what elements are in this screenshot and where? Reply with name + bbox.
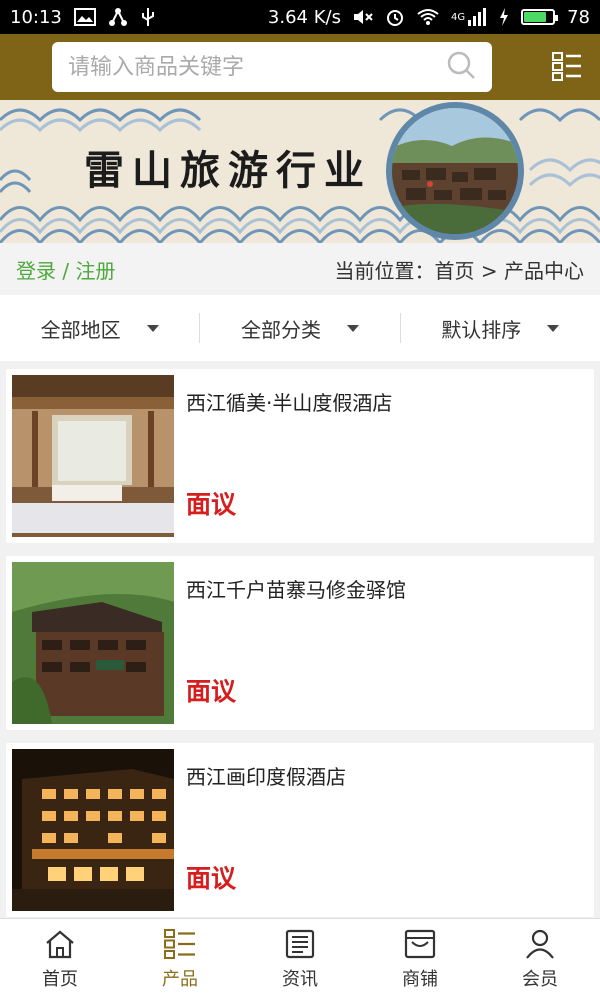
filter-region[interactable]: 全部地区 bbox=[0, 313, 201, 343]
user-icon bbox=[526, 929, 554, 959]
filter-sort-label: 默认排序 bbox=[441, 317, 522, 342]
header bbox=[0, 34, 600, 100]
signal-icon: 4G bbox=[451, 8, 487, 26]
filter-region-label: 全部地区 bbox=[40, 317, 121, 342]
filter-category-label: 全部分类 bbox=[240, 317, 321, 342]
nav-store-label: 商铺 bbox=[402, 968, 438, 990]
category-menu-button[interactable] bbox=[552, 52, 582, 82]
battery-icon bbox=[521, 9, 559, 25]
filter-category[interactable]: 全部分类 bbox=[200, 313, 401, 343]
search-icon[interactable] bbox=[446, 50, 476, 84]
breadcrumb-bar: 登录 / 注册 当前位置：首页 > 产品中心 bbox=[0, 243, 600, 295]
product-name[interactable]: 西江循美·半山度假酒店 bbox=[186, 387, 392, 416]
menu-icon bbox=[552, 52, 581, 81]
product-price: 面议 bbox=[186, 864, 237, 893]
nav-products-label: 产品 bbox=[162, 968, 198, 990]
product-price: 面议 bbox=[186, 677, 237, 706]
status-time: 10:13 bbox=[10, 6, 62, 28]
product-image[interactable] bbox=[12, 749, 174, 911]
auth-separator: / bbox=[56, 258, 76, 283]
product-name[interactable]: 西江千户苗寨马修金驿馆 bbox=[186, 574, 406, 603]
bottom-nav: 首页 产品 资讯 商铺 会员 bbox=[0, 918, 600, 1000]
caret-down-icon bbox=[346, 324, 359, 332]
mute-icon bbox=[353, 8, 373, 26]
product-price: 面议 bbox=[186, 490, 237, 519]
nav-member-label: 会员 bbox=[522, 968, 558, 990]
network-type: 4G bbox=[450, 11, 466, 23]
product-name[interactable]: 西江画印度假酒店 bbox=[186, 761, 346, 790]
product-item[interactable]: 西江画印度假酒店 面议 bbox=[6, 743, 594, 917]
store-icon bbox=[404, 929, 436, 958]
product-image[interactable] bbox=[12, 562, 174, 724]
product-image[interactable] bbox=[12, 375, 174, 537]
product-item[interactable]: 西江千户苗寨马修金驿馆 面议 bbox=[6, 556, 594, 730]
breadcrumb-current: 产品中心 bbox=[504, 258, 584, 283]
caret-down-icon bbox=[547, 324, 560, 332]
caret-down-icon bbox=[146, 324, 159, 332]
breadcrumb-separator: > bbox=[474, 258, 504, 283]
nav-store[interactable]: 商铺 bbox=[360, 919, 480, 1000]
network-speed: 3.64 K/s bbox=[267, 6, 341, 28]
charging-icon bbox=[499, 8, 509, 26]
filter-sort[interactable]: 默认排序 bbox=[401, 313, 600, 343]
product-item[interactable]: 西江循美·半山度假酒店 面议 bbox=[6, 369, 594, 543]
search-input[interactable] bbox=[68, 54, 446, 80]
alarm-icon bbox=[385, 7, 405, 27]
nav-products[interactable]: 产品 bbox=[120, 919, 240, 1000]
home-icon bbox=[46, 930, 74, 958]
usb-icon bbox=[140, 7, 156, 27]
nav-news[interactable]: 资讯 bbox=[240, 919, 360, 1000]
auth-links: 登录 / 注册 bbox=[16, 255, 115, 284]
nav-home-label: 首页 bbox=[42, 968, 78, 990]
list-icon bbox=[164, 928, 195, 959]
news-icon bbox=[285, 929, 315, 958]
wifi-icon bbox=[417, 8, 439, 26]
login-link[interactable]: 登录 bbox=[16, 259, 56, 283]
search-box[interactable] bbox=[52, 42, 492, 92]
banner-village-image bbox=[386, 102, 524, 240]
banner-title: 雷山旅游行业 bbox=[84, 147, 372, 194]
nav-member[interactable]: 会员 bbox=[480, 919, 600, 1000]
nav-home[interactable]: 首页 bbox=[0, 919, 120, 1000]
register-link[interactable]: 注册 bbox=[75, 259, 115, 283]
breadcrumb-prefix: 当前位置： bbox=[334, 258, 435, 283]
status-bar: 10:13 3.64 K/s 4G 78 bbox=[0, 0, 600, 34]
battery-percent: 78 bbox=[567, 6, 590, 28]
breadcrumb-home[interactable]: 首页 bbox=[435, 259, 475, 283]
usb-share-icon bbox=[108, 7, 128, 27]
banner[interactable]: 雷山旅游行业 bbox=[0, 100, 600, 243]
filter-bar: 全部地区 全部分类 默认排序 bbox=[0, 295, 600, 361]
nav-news-label: 资讯 bbox=[282, 968, 318, 990]
image-notification-icon bbox=[73, 8, 96, 26]
breadcrumb: 当前位置：首页 > 产品中心 bbox=[335, 255, 584, 284]
